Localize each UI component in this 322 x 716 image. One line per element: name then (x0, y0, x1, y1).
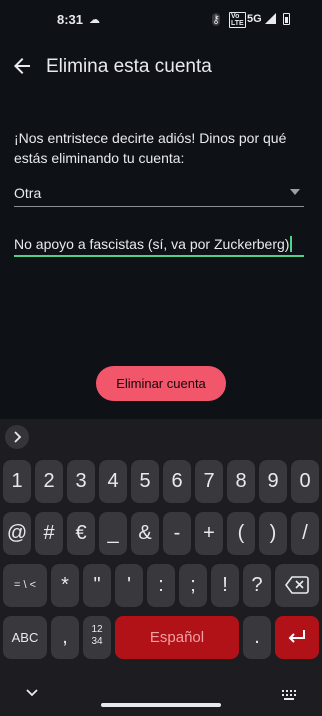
page-title: Elimina esta cuenta (46, 56, 212, 77)
abc-key[interactable]: ABC (3, 616, 47, 659)
key-minus[interactable]: - (163, 512, 191, 555)
key-5[interactable]: 5 (131, 460, 159, 503)
keyboard-expand-button[interactable] (5, 425, 29, 449)
key-ampersand[interactable]: & (131, 512, 159, 555)
app-bar: Elimina esta cuenta (0, 48, 322, 88)
key-at[interactable]: @ (3, 512, 31, 555)
back-arrow-icon[interactable] (10, 54, 34, 78)
key-plus[interactable]: + (195, 512, 223, 555)
vpn-key-icon: ⚷ (212, 13, 221, 26)
key-single-quote[interactable]: ' (115, 564, 143, 607)
key-4[interactable]: 4 (99, 460, 127, 503)
numpad-key[interactable]: 12 34 (83, 616, 111, 659)
cloud-icon: ☁ (89, 14, 100, 26)
space-key[interactable]: Español (115, 616, 239, 659)
key-double-quote[interactable]: " (83, 564, 111, 607)
reason-dropdown[interactable]: Otra (14, 176, 304, 207)
key-slash[interactable]: / (291, 512, 319, 555)
key-colon[interactable]: : (147, 564, 175, 607)
key-close-paren[interactable]: ) (259, 512, 287, 555)
key-underscore[interactable]: _ (99, 512, 127, 555)
key-period[interactable]: . (243, 616, 271, 659)
keyboard: 1 2 3 4 5 6 7 8 9 0 @ # € _ & - + ( ) / … (0, 419, 322, 716)
key-asterisk[interactable]: * (51, 564, 79, 607)
network-type: 5G (247, 13, 262, 25)
key-8[interactable]: 8 (227, 460, 255, 503)
delete-account-button[interactable]: Eliminar cuenta (96, 366, 226, 401)
home-handle[interactable] (101, 703, 221, 707)
dropdown-arrow-icon (290, 189, 300, 195)
battery-icon (283, 13, 290, 25)
key-comma[interactable]: , (51, 616, 79, 659)
backspace-icon (285, 576, 309, 594)
reason-selected-value: Otra (14, 185, 42, 201)
key-question[interactable]: ? (243, 564, 271, 607)
key-1[interactable]: 1 (3, 460, 31, 503)
delete-prompt: ¡Nos entristece decirte adiós! Dinos por… (14, 130, 287, 166)
key-2[interactable]: 2 (35, 460, 63, 503)
key-3[interactable]: 3 (67, 460, 95, 503)
key-0[interactable]: 0 (291, 460, 319, 503)
text-cursor (290, 236, 293, 252)
key-open-paren[interactable]: ( (227, 512, 255, 555)
chevron-right-icon (14, 431, 22, 443)
comment-field[interactable]: No apoyo a fascistas (sí, va por Zuckerb… (14, 226, 304, 257)
navigation-bar (0, 684, 322, 716)
enter-icon (288, 630, 305, 643)
keyboard-switch-icon[interactable] (282, 690, 296, 700)
key-exclamation[interactable]: ! (211, 564, 239, 607)
key-euro[interactable]: € (67, 512, 95, 555)
signal-icon (265, 13, 276, 24)
key-semicolon[interactable]: ; (179, 564, 207, 607)
status-bar: 8:31 ☁ ⚷ Vo LTE 5G (0, 0, 322, 40)
backspace-key[interactable] (275, 564, 319, 607)
key-6[interactable]: 6 (163, 460, 191, 503)
enter-key[interactable] (275, 616, 319, 659)
key-hash[interactable]: # (35, 512, 63, 555)
key-more-symbols[interactable]: = \ < (3, 564, 47, 607)
volte-icon: Vo LTE (229, 12, 246, 28)
status-time: 8:31 (57, 12, 84, 27)
comment-text: No apoyo a fascistas (sí, va por Zuckerb… (14, 236, 293, 252)
key-9[interactable]: 9 (259, 460, 287, 503)
key-7[interactable]: 7 (195, 460, 223, 503)
hide-keyboard-chevron-icon[interactable] (26, 688, 38, 698)
